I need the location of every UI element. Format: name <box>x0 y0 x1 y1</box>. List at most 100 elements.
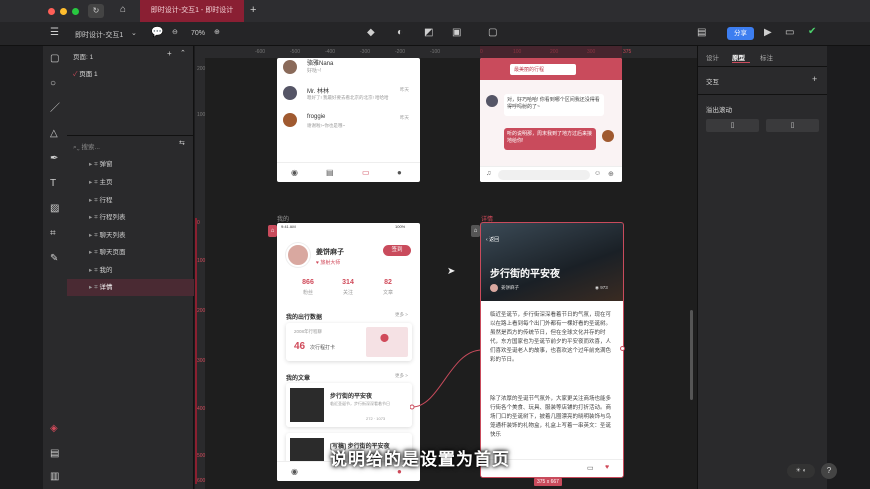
share-button[interactable]: 分享 <box>727 27 754 40</box>
minimize-window-button[interactable] <box>60 8 67 15</box>
ruler-tick: -600 <box>255 49 266 55</box>
scroll-vertical-button[interactable]: ▯ <box>766 119 819 132</box>
tab-design[interactable]: 设计 <box>706 52 719 62</box>
chat-msg: 嗯好了! 我最好要去看北京的北京! 哈哈哈 <box>307 95 389 100</box>
page-item[interactable]: ✓ 页面 1 <box>73 68 98 78</box>
tab-document[interactable]: 即时设计-交互1 - 即时设计 <box>140 0 244 22</box>
chevron-down-icon[interactable]: ⌄ <box>131 29 137 37</box>
add-interaction-button[interactable]: + <box>812 74 817 84</box>
ruler-tick: -400 <box>325 49 336 55</box>
stat-number: 314 <box>342 279 354 286</box>
search-input[interactable]: ⌕⌄ 搜索... <box>73 141 100 152</box>
file-name[interactable]: 即时设计-交互1 <box>75 30 123 40</box>
chat-page-frame[interactable]: 最美丽的行程 对，好巧哈哈! 你看到哪个区间我还没得看得呼吗射的了~ 听的说明那… <box>480 58 622 182</box>
refresh-icon[interactable]: ↻ <box>88 4 104 18</box>
image-tool-icon[interactable]: ▨ <box>50 204 59 214</box>
connector-handle[interactable] <box>620 346 625 351</box>
emoji-icon[interactable]: ☺ <box>594 170 601 177</box>
frame-tool-icon[interactable]: ⌗ <box>50 229 56 239</box>
maximize-window-button[interactable] <box>72 8 79 15</box>
profile-tag: ♥ 旅射大师 <box>316 259 340 266</box>
heart-icon[interactable]: ♥ <box>605 464 609 471</box>
list-icon[interactable]: ▤ <box>326 168 334 177</box>
close-window-button[interactable] <box>48 8 55 15</box>
comment-icon[interactable]: 💬 <box>151 28 163 38</box>
avatar <box>283 113 297 127</box>
layer-item-chat-list[interactable]: ▸ ⌗ 聊天列表 <box>67 227 194 244</box>
add-page-button[interactable]: + <box>167 50 172 58</box>
detail-frame[interactable]: ‹ 返回 步行街的平安夜 姜饼麻子 ◉ 973 临近圣诞节，步行街深深看着节日的… <box>480 222 624 478</box>
scroll-none-button[interactable]: ▯ <box>706 119 759 132</box>
chat-icon[interactable]: ▭ <box>362 168 370 177</box>
status-battery: 100% <box>395 224 406 229</box>
layer-label: 聊天页面 <box>99 249 126 256</box>
help-button[interactable]: ? <box>821 463 837 479</box>
filter-icon[interactable]: ⇆ <box>179 140 185 147</box>
trip-count: 46 <box>294 341 306 352</box>
checkin-button[interactable]: 签到 <box>383 245 411 256</box>
book-icon[interactable]: ▥ <box>50 472 59 482</box>
trip-card[interactable]: 2008年行程聊 46 次行程打卡 ⬤ <box>286 323 412 361</box>
comment-icon[interactable]: ▭ <box>587 464 594 472</box>
profile-icon[interactable]: ● <box>397 168 402 177</box>
layer-item-trip-list[interactable]: ▸ ⌗ 行程列表 <box>67 209 194 226</box>
zoom-level[interactable]: 70% <box>191 30 205 37</box>
location-card[interactable]: 最美丽的行程 <box>510 64 576 75</box>
canvas-scrollbar[interactable] <box>690 310 693 400</box>
chat-name: froggie <box>307 114 326 120</box>
pen-tool-icon[interactable]: ✒ <box>50 154 58 164</box>
plus-icon[interactable]: ⊕ <box>608 170 614 178</box>
boolean-icon[interactable]: ◐ <box>397 28 403 38</box>
likes-count: 272 <box>366 416 373 421</box>
tab-prototype[interactable]: 原型 <box>732 52 745 62</box>
mask-icon[interactable]: ◩ <box>424 28 433 38</box>
brush-tool-icon[interactable]: ✎ <box>50 254 58 264</box>
compass-icon[interactable]: ◉ <box>291 168 298 177</box>
layer-item-detail[interactable]: ▸ ⌗ 详情 <box>67 279 194 296</box>
home-flag-icon[interactable]: ⌂ <box>268 225 277 237</box>
layer-item-popup[interactable]: ▸ ⌗ 弹窗 <box>67 156 194 173</box>
more-link[interactable]: 更多 > <box>395 312 408 318</box>
expand-icon: ▸ ⌗ <box>89 284 100 291</box>
frame-label[interactable]: 详情 <box>481 214 493 223</box>
zoom-out-icon[interactable]: ⊖ <box>172 28 178 36</box>
group-icon[interactable]: ▣ <box>452 28 461 38</box>
assets-icon[interactable]: ▤ <box>50 449 59 459</box>
play-icon[interactable]: ▶ <box>764 28 772 38</box>
more-link[interactable]: 更多 > <box>395 373 408 379</box>
home-flag-icon[interactable]: ⌂ <box>471 225 480 237</box>
ruler-selection <box>480 46 622 58</box>
new-tab-button[interactable]: + <box>250 5 256 16</box>
line-tool-icon[interactable]: ／ <box>50 104 60 114</box>
compass-icon[interactable]: ◉ <box>291 467 298 476</box>
theme-toggle[interactable]: ☀ ◐ <box>787 464 815 478</box>
layer-item-chat-page[interactable]: ▸ ⌗ 聊天页面 <box>67 244 194 261</box>
layer-item-home[interactable]: ▸ ⌗ 主页 <box>67 174 194 191</box>
text-tool-icon[interactable]: T <box>50 179 56 189</box>
collapse-icon[interactable]: ⌃ <box>180 50 186 57</box>
frame-icon[interactable]: ▢ <box>488 28 497 38</box>
chat-list-frame[interactable]: 骆雅Nana 好哒~! Mr. 林林 嗯好了! 我最好要去看北京的北京! 哈哈哈… <box>277 58 420 182</box>
home-icon[interactable]: ⌂ <box>120 5 126 15</box>
frame-label[interactable]: 我的 <box>277 214 289 223</box>
tab-annotate[interactable]: 标注 <box>760 52 773 62</box>
ellipse-tool-icon[interactable]: ○ <box>50 79 56 89</box>
layers-icon[interactable]: ◈ <box>50 424 58 434</box>
zoom-in-icon[interactable]: ⊕ <box>214 28 220 36</box>
message-input[interactable] <box>498 170 590 180</box>
rectangle-tool-icon[interactable]: ▢ <box>50 54 59 64</box>
triangle-tool-icon[interactable]: △ <box>50 129 58 139</box>
preview-icon[interactable]: ▭ <box>785 28 794 38</box>
library-icon[interactable]: ▤ <box>697 28 706 38</box>
layer-item-trip[interactable]: ▸ ⌗ 行程 <box>67 192 194 209</box>
menu-icon[interactable]: ☰ <box>50 28 59 38</box>
check-circle-icon[interactable]: ✔ <box>808 27 816 37</box>
profile-frame[interactable]: 9:41 AM 100% 姜饼麻子 ♥ 旅射大师 签到 866 粉丝 314 关… <box>277 223 420 481</box>
layer-item-mine[interactable]: ▸ ⌗ 我的 <box>67 262 194 279</box>
component-icon[interactable]: ◆ <box>367 28 375 38</box>
ruler-tick: -100 <box>430 49 441 55</box>
back-button[interactable]: ‹ 返回 <box>486 236 499 243</box>
map-thumbnail: ⬤ <box>366 327 408 357</box>
article-card[interactable]: 步行街的平安夜 临近圣诞节，步行街深深看着节日 272 · 1073 <box>286 383 412 427</box>
mic-icon[interactable]: ♫ <box>486 170 491 177</box>
